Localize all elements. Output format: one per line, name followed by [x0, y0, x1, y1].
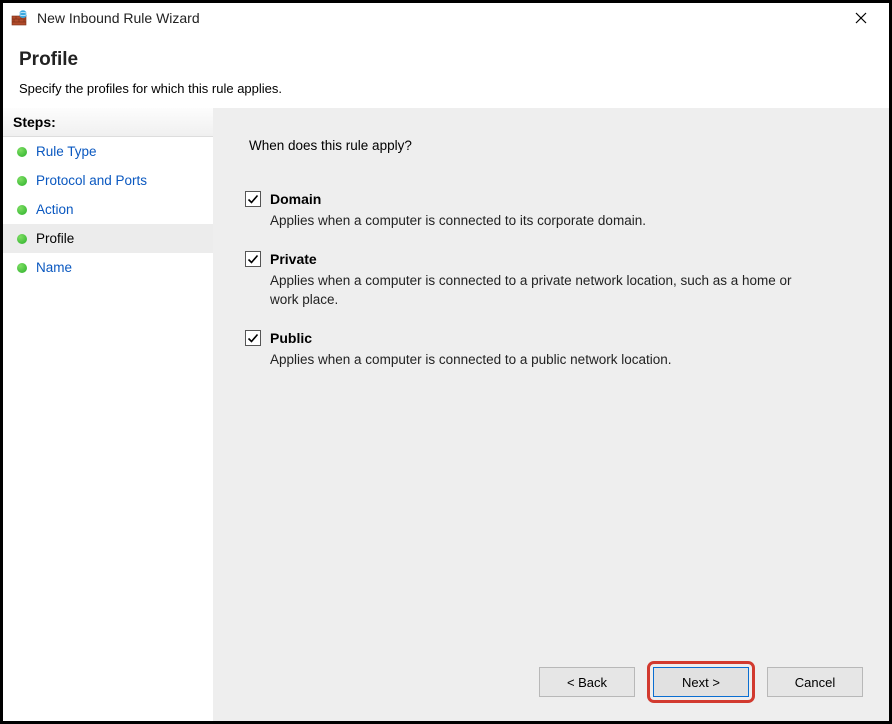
step-bullet-icon: [17, 234, 27, 244]
firewall-icon: [11, 9, 29, 27]
checkbox-private[interactable]: [245, 251, 261, 267]
close-button[interactable]: [841, 4, 881, 32]
profile-public-block: Public Applies when a computer is connec…: [245, 330, 857, 370]
steps-sidebar: Steps: Rule Type Protocol and Ports Acti…: [3, 108, 213, 721]
checkmark-icon: [247, 193, 259, 205]
wizard-header: Profile Specify the profiles for which t…: [3, 33, 889, 108]
titlebar: New Inbound Rule Wizard: [3, 3, 889, 33]
profile-domain-label: Domain: [270, 191, 321, 207]
step-label: Rule Type: [36, 144, 97, 159]
page-title: Profile: [19, 49, 873, 71]
back-button[interactable]: < Back: [539, 667, 635, 697]
checkbox-public[interactable]: [245, 330, 261, 346]
step-label: Name: [36, 260, 72, 275]
profile-domain-desc: Applies when a computer is connected to …: [270, 211, 800, 231]
step-label: Protocol and Ports: [36, 173, 147, 188]
step-name[interactable]: Name: [3, 253, 213, 282]
profile-public-desc: Applies when a computer is connected to …: [270, 350, 800, 370]
step-bullet-icon: [17, 205, 27, 215]
cancel-button[interactable]: Cancel: [767, 667, 863, 697]
step-bullet-icon: [17, 263, 27, 273]
page-subtitle: Specify the profiles for which this rule…: [19, 81, 873, 96]
step-label: Profile: [36, 231, 74, 246]
step-label: Action: [36, 202, 74, 217]
step-bullet-icon: [17, 147, 27, 157]
step-protocol-ports[interactable]: Protocol and Ports: [3, 166, 213, 195]
step-bullet-icon: [17, 176, 27, 186]
checkmark-icon: [247, 332, 259, 344]
profile-private-label: Private: [270, 251, 317, 267]
step-rule-type[interactable]: Rule Type: [3, 137, 213, 166]
close-icon: [855, 12, 867, 24]
checkbox-domain[interactable]: [245, 191, 261, 207]
profile-domain-block: Domain Applies when a computer is connec…: [245, 191, 857, 231]
step-action[interactable]: Action: [3, 195, 213, 224]
checkmark-icon: [247, 253, 259, 265]
profile-public-label: Public: [270, 330, 312, 346]
prompt-text: When does this rule apply?: [249, 138, 857, 153]
next-button[interactable]: Next >: [653, 667, 749, 697]
steps-heading: Steps:: [3, 108, 213, 137]
window-title: New Inbound Rule Wizard: [37, 10, 200, 26]
profile-private-desc: Applies when a computer is connected to …: [270, 271, 800, 310]
profile-private-block: Private Applies when a computer is conne…: [245, 251, 857, 310]
highlight-ring: Next >: [647, 661, 755, 703]
main-panel: When does this rule apply? Domain Applie…: [213, 108, 889, 721]
step-profile[interactable]: Profile: [3, 224, 213, 253]
wizard-footer-buttons: < Back Next > Cancel: [539, 661, 863, 703]
